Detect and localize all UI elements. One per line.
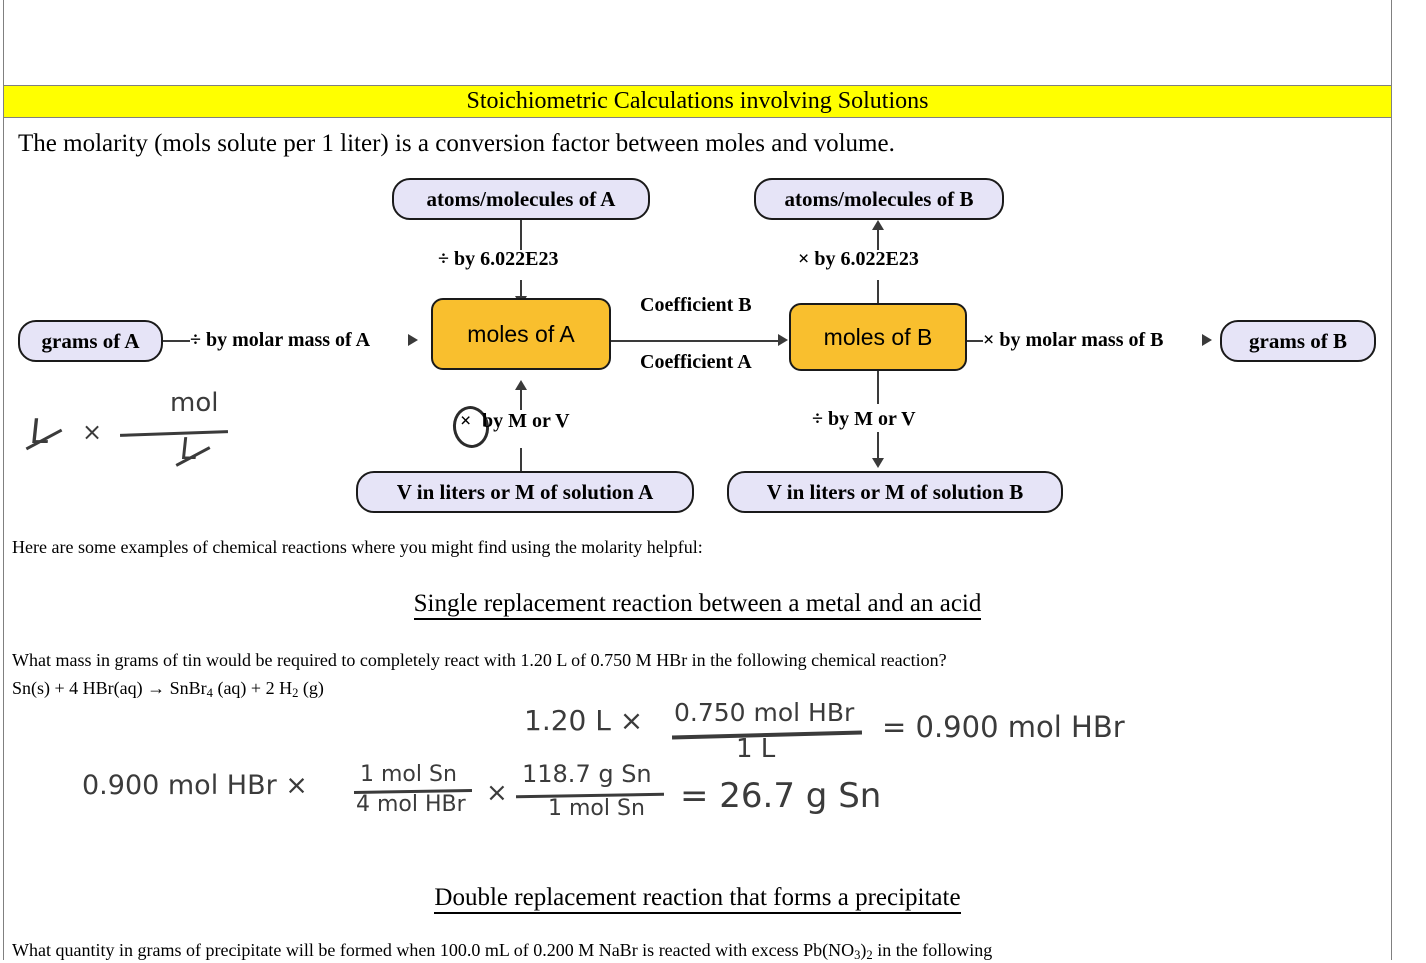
edge-label-divide-molar-mass-a: ÷ by molar mass of A bbox=[190, 329, 371, 351]
calc1-result: = 0.900 mol HBr bbox=[882, 710, 1125, 744]
calc1-lead: 1.20 L × bbox=[524, 704, 644, 737]
node-label: moles of A bbox=[467, 320, 575, 347]
connector-atoms-a-to-moles-a bbox=[520, 220, 522, 250]
calc2-lead: 0.900 mol HBr × bbox=[82, 770, 308, 801]
node-grams-a: grams of A bbox=[18, 320, 163, 362]
edge-label-multiply-molar-mass-b: × by molar mass of B bbox=[983, 329, 1164, 351]
edge-label-multiply-avogadro: × by 6.022E23 bbox=[798, 248, 919, 270]
calc2-fraction2-denominator: 1 mol Sn bbox=[548, 796, 645, 821]
handwritten-calculation-line-2: 0.900 mol HBr × 1 mol Sn 4 mol HBr × 118… bbox=[82, 760, 942, 850]
intro-paragraph: The molarity (mols solute per 1 liter) i… bbox=[18, 130, 895, 157]
calc2-fraction1-denominator: 4 mol HBr bbox=[356, 792, 466, 817]
node-atoms-molecules-b: atoms/molecules of B bbox=[754, 178, 1004, 220]
edge-label-coefficient-a: Coefficient A bbox=[640, 351, 752, 373]
calc2-fraction2-numerator: 118.7 g Sn bbox=[522, 760, 652, 788]
connector-moles-b-to-atoms-b-upper bbox=[877, 230, 879, 250]
equation-part-2: (aq) + 2 H bbox=[212, 678, 293, 698]
connector-solution-a-to-moles-a-upper bbox=[520, 390, 522, 410]
section-heading-single-replacement: Single replacement reaction between a me… bbox=[4, 590, 1391, 620]
connector-moles-a-to-moles-b bbox=[611, 340, 778, 342]
connector-moles-b-to-solution-b-lower bbox=[877, 432, 879, 460]
examples-intro: Here are some examples of chemical react… bbox=[12, 537, 703, 557]
page-title-banner: Stoichiometric Calculations involving So… bbox=[4, 85, 1391, 118]
equation-1: Sn(s) + 4 HBr(aq) → SnBr4 (aq) + 2 H2 (g… bbox=[12, 678, 324, 701]
fraction-bar bbox=[119, 430, 229, 437]
section-heading-double-replacement: Double replacement reaction that forms a… bbox=[4, 884, 1391, 914]
arrowhead-down-solution-b bbox=[872, 458, 884, 468]
node-grams-b: grams of B bbox=[1220, 320, 1376, 362]
arrowhead-right-moles-b bbox=[778, 334, 788, 346]
section-heading-text: Single replacement reaction between a me… bbox=[413, 590, 982, 620]
hand-fraction-numerator: mol bbox=[170, 388, 219, 418]
edge-label-multiply-m-or-v: by M or V bbox=[482, 410, 570, 432]
calc2-times: × bbox=[486, 778, 508, 808]
page-title: Stoichiometric Calculations involving So… bbox=[466, 88, 929, 114]
node-label: atoms/molecules of B bbox=[784, 186, 974, 211]
node-atoms-molecules-a: atoms/molecules of A bbox=[392, 178, 650, 220]
calc1-numerator: 0.750 mol HBr bbox=[674, 698, 855, 727]
edge-label-coefficient-b: Coefficient B bbox=[640, 294, 752, 316]
connector-moles-b-to-grams-b bbox=[967, 340, 983, 342]
edge-label-divide-avogadro: ÷ by 6.022E23 bbox=[438, 248, 559, 270]
node-moles-a: moles of A bbox=[431, 298, 611, 370]
handwritten-cancellation-note: L × mol L bbox=[22, 388, 252, 475]
node-solution-b: V in liters or M of solution B bbox=[727, 471, 1063, 513]
node-label: atoms/molecules of A bbox=[426, 186, 616, 211]
right-margin bbox=[1392, 0, 1426, 960]
node-solution-a: V in liters or M of solution A bbox=[356, 471, 694, 513]
document-page: Stoichiometric Calculations involving So… bbox=[3, 0, 1392, 963]
arrowhead-right-moles-a bbox=[408, 334, 418, 346]
question-1: What mass in grams of tin would be requi… bbox=[12, 650, 947, 670]
equation-part-1: Sn(s) + 4 HBr(aq) → SnBr bbox=[12, 678, 207, 698]
question2-part-1: What quantity in grams of precipitate wi… bbox=[12, 940, 855, 960]
stoichiometry-flow-diagram: atoms/molecules of A atoms/molecules of … bbox=[4, 168, 1391, 528]
section-heading-text: Double replacement reaction that forms a… bbox=[434, 884, 961, 914]
connector-moles-b-to-solution-b-upper bbox=[877, 371, 879, 404]
connector-grams-a-to-moles-a bbox=[163, 340, 190, 342]
question2-part-3: in the following bbox=[872, 940, 993, 960]
node-label: V in liters or M of solution B bbox=[766, 479, 1024, 504]
question-2: What quantity in grams of precipitate wi… bbox=[12, 940, 992, 963]
arrowhead-up-atoms-b bbox=[872, 220, 884, 230]
node-label: moles of B bbox=[823, 323, 933, 350]
hand-times: × bbox=[82, 418, 103, 446]
calc2-fraction1-numerator: 1 mol Sn bbox=[360, 762, 457, 787]
node-label: grams of B bbox=[1249, 328, 1347, 353]
equation-part-3: (g) bbox=[298, 678, 324, 698]
edge-label-divide-m-or-v: ÷ by M or V bbox=[812, 408, 916, 430]
node-moles-b: moles of B bbox=[789, 303, 967, 371]
calc2-result: = 26.7 g Sn bbox=[680, 776, 882, 816]
node-label: grams of A bbox=[41, 328, 140, 353]
arrowhead-right-grams-b bbox=[1202, 334, 1212, 346]
node-label: V in liters or M of solution A bbox=[396, 479, 654, 504]
arrowhead-up-moles-a bbox=[515, 380, 527, 390]
